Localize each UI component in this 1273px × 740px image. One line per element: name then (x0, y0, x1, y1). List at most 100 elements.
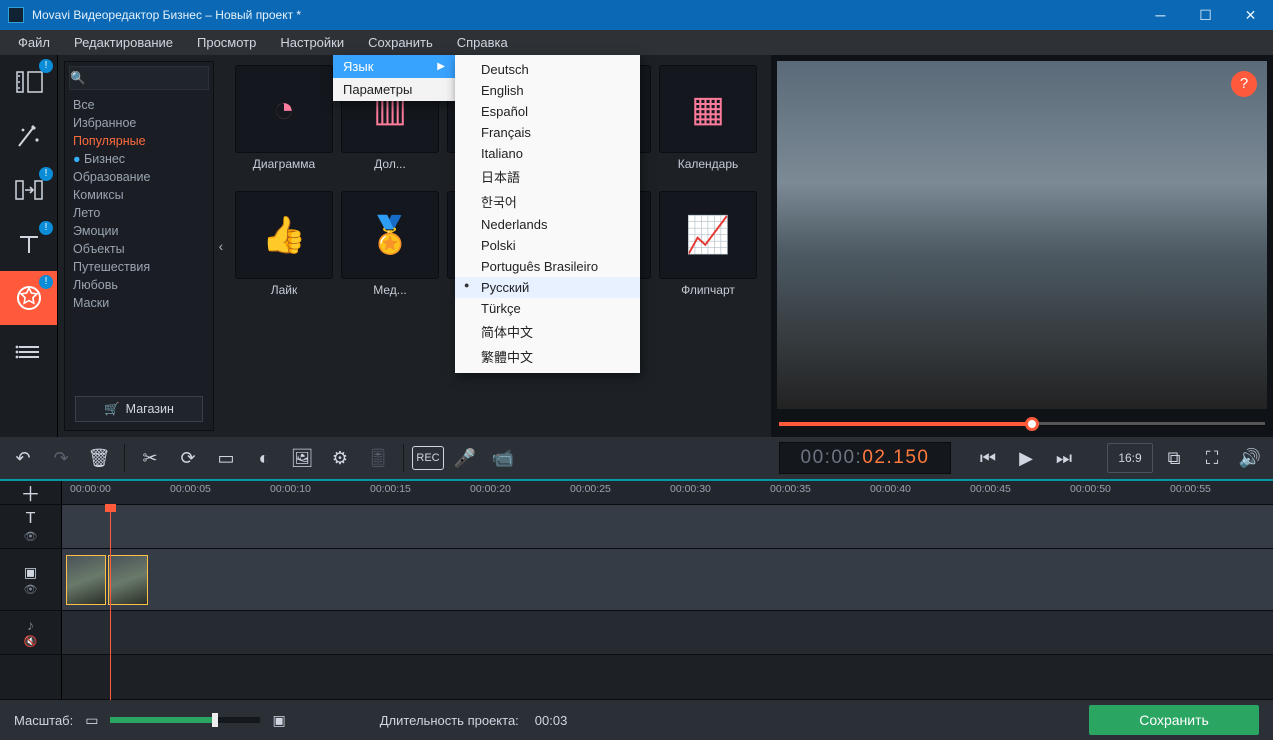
language-option[interactable]: Italiano (455, 143, 640, 164)
next-button[interactable]: ⏭ (1047, 441, 1081, 475)
redo-button[interactable]: ↷ (44, 441, 78, 475)
zoom-out-icon[interactable]: ▭ (85, 712, 98, 729)
gallery-tile[interactable]: ◔Диаграмма (234, 65, 334, 185)
audio-track-lane[interactable] (62, 611, 1273, 654)
tool-filters[interactable] (0, 109, 57, 163)
language-option[interactable]: Français (455, 122, 640, 143)
category-search[interactable]: 🔍 ✕ (69, 66, 209, 90)
cut-button[interactable]: ✂ (133, 441, 167, 475)
play-button[interactable]: ▶ (1009, 441, 1043, 475)
category-item[interactable]: Комиксы (65, 186, 213, 204)
add-track-button[interactable]: ＋ (0, 481, 62, 504)
volume-button[interactable]: 🔊 (1233, 441, 1267, 475)
gallery-tile[interactable]: 🏅Мед... (340, 191, 440, 311)
category-item[interactable]: Все (65, 96, 213, 114)
language-option[interactable]: English (455, 80, 640, 101)
dropdown-item-language[interactable]: Язык ▶ (333, 55, 455, 78)
help-button[interactable]: ? (1231, 71, 1257, 97)
gallery-tile[interactable]: 📈Флипчарт (658, 191, 758, 311)
category-item[interactable]: Любовь (65, 276, 213, 294)
tool-import[interactable]: ! (0, 55, 57, 109)
menu-save[interactable]: Сохранить (356, 32, 445, 53)
text-track-header[interactable]: T 👁 (0, 505, 62, 548)
scrub-knob[interactable] (1025, 417, 1039, 431)
fullscreen-button[interactable]: ⛶ (1195, 441, 1229, 475)
tool-stickers[interactable]: ! (0, 271, 57, 325)
zoom-slider[interactable] (110, 717, 260, 723)
clip[interactable] (66, 555, 106, 605)
eye-icon[interactable]: 👁 (24, 583, 38, 596)
app-icon (8, 7, 24, 23)
empty-lane[interactable] (62, 655, 1273, 699)
prev-button[interactable]: ⏮ (971, 441, 1005, 475)
menu-settings[interactable]: Настройки (268, 32, 356, 53)
zoom-in-icon[interactable]: ▣ (272, 712, 285, 729)
menu-help[interactable]: Справка (445, 32, 520, 53)
delete-button[interactable]: 🗑 (82, 441, 116, 475)
rotate-button[interactable]: ⟳ (171, 441, 205, 475)
timeline: ＋ 00:00:0000:00:0500:00:1000:00:1500:00:… (0, 479, 1273, 700)
category-item[interactable]: Избранное (65, 114, 213, 132)
eye-icon[interactable]: 👁 (24, 530, 38, 543)
language-option[interactable]: Português Brasileiro (455, 256, 640, 277)
gear-button[interactable]: ⚙ (323, 441, 357, 475)
language-option[interactable]: 繁體中文 (455, 344, 640, 369)
audio-track-header[interactable]: ♪ 🔇 (0, 611, 62, 654)
language-option[interactable]: Русский (455, 277, 640, 298)
text-track-lane[interactable] (62, 505, 1273, 548)
category-item[interactable]: Эмоции (65, 222, 213, 240)
color-button[interactable]: ◐ (247, 441, 281, 475)
mic-button[interactable]: 🎤 (448, 441, 482, 475)
close-button[interactable]: ✕ (1228, 0, 1273, 30)
popout-button[interactable]: ⧉ (1157, 441, 1191, 475)
image-button[interactable]: 🖼 (285, 441, 319, 475)
ruler[interactable]: 00:00:0000:00:0500:00:1000:00:1500:00:20… (62, 481, 1273, 504)
category-item[interactable]: Популярные (65, 132, 213, 150)
record-button[interactable]: REC (412, 446, 444, 470)
gallery-tile[interactable]: 👍Лайк (234, 191, 334, 311)
category-item[interactable]: Маски (65, 294, 213, 312)
category-item[interactable]: Образование (65, 168, 213, 186)
video-track-header[interactable]: ▣ 👁 (0, 549, 62, 610)
aspect-button[interactable]: 16:9 (1107, 443, 1153, 473)
language-option[interactable]: 日本語 (455, 164, 640, 189)
language-option[interactable]: Polski (455, 235, 640, 256)
clip[interactable] (108, 555, 148, 605)
ruler-tick: 00:00:45 (970, 483, 1011, 495)
tool-transitions[interactable]: ! (0, 163, 57, 217)
equalizer-button[interactable]: 🎚 (361, 441, 395, 475)
collapse-button[interactable]: ‹ (214, 61, 228, 431)
search-icon: 🔍 (70, 71, 86, 86)
menu-edit[interactable]: Редактирование (62, 32, 185, 53)
language-option[interactable]: Español (455, 101, 640, 122)
language-option[interactable]: 한국어 (455, 189, 640, 214)
crop-button[interactable]: ▭ (209, 441, 243, 475)
scrub-bar[interactable] (771, 411, 1273, 437)
save-button[interactable]: Сохранить (1089, 705, 1259, 735)
menu-file[interactable]: Файл (6, 32, 62, 53)
video-track-lane[interactable] (62, 549, 1273, 610)
tool-titles[interactable]: ! (0, 217, 57, 271)
dropdown-item-parameters[interactable]: Параметры (333, 78, 455, 101)
category-item[interactable]: Бизнес (65, 150, 213, 168)
bottom-bar: Масштаб: ▭ ▣ Длительность проекта: 00:03… (0, 700, 1273, 740)
tool-more[interactable] (0, 325, 57, 379)
camera-button[interactable]: 📹 (486, 441, 520, 475)
language-option[interactable]: Türkçe (455, 298, 640, 319)
store-button[interactable]: 🛒 Магазин (75, 396, 203, 422)
gallery-tile[interactable]: ▦Календарь (658, 65, 758, 185)
category-item[interactable]: Путешествия (65, 258, 213, 276)
menu-view[interactable]: Просмотр (185, 32, 268, 53)
preview-video[interactable]: ? (777, 61, 1267, 409)
language-option[interactable]: Deutsch (455, 59, 640, 80)
mute-icon[interactable]: 🔇 (24, 635, 38, 648)
undo-button[interactable]: ↶ (6, 441, 40, 475)
maximize-button[interactable]: ☐ (1183, 0, 1228, 30)
language-option[interactable]: Nederlands (455, 214, 640, 235)
language-option[interactable]: 简体中文 (455, 319, 640, 344)
playhead[interactable] (110, 505, 111, 700)
category-item[interactable]: Объекты (65, 240, 213, 258)
category-item[interactable]: Лето (65, 204, 213, 222)
minimize-button[interactable]: ─ (1138, 0, 1183, 30)
notif-badge-icon: ! (39, 59, 53, 73)
